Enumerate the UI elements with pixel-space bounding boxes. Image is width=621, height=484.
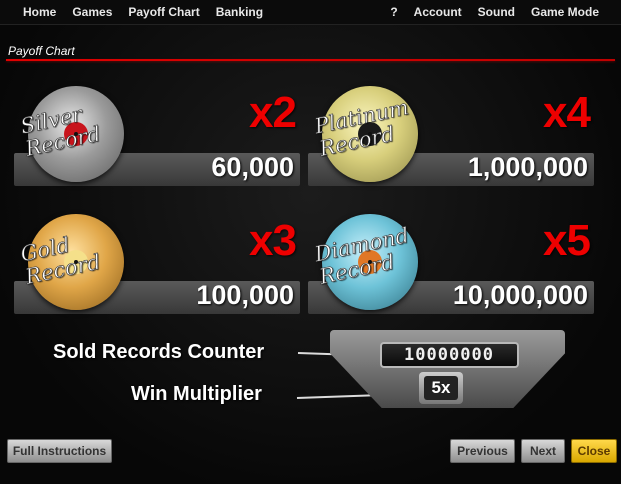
payout-amount: 10,000,000 [452, 280, 588, 310]
payout-amount: 1,000,000 [467, 152, 588, 182]
multiplier-text: x2 [249, 88, 297, 137]
win-multiplier-label: Win Multiplier [131, 383, 262, 405]
menu-game-mode[interactable]: Game Mode [531, 5, 599, 19]
previous-button[interactable]: Previous [450, 439, 515, 463]
sold-records-counter-label: Sold Records Counter [53, 341, 265, 363]
menu-right-group: ? Account Sound Game Mode [374, 5, 599, 19]
full-instructions-button[interactable]: Full Instructions [7, 439, 112, 463]
page-title: Payoff Chart [8, 44, 75, 58]
multiplier-text: x3 [249, 216, 297, 265]
payout-amount: 100,000 [196, 280, 294, 310]
menu-payoff-chart[interactable]: Payoff Chart [128, 5, 199, 19]
menu-banking[interactable]: Banking [216, 5, 263, 19]
tile-gold-record: Gold Record x3 100,000 [14, 214, 300, 324]
tile-diamond-record: Diamond Record x5 10,000,000 [308, 214, 594, 324]
menu-account[interactable]: Account [414, 5, 462, 19]
tile-platinum-record: Platinum Record x4 1,000,000 [308, 86, 594, 196]
menu-games[interactable]: Games [72, 5, 112, 19]
menu-left-group: Home Games Payoff Chart Banking [23, 5, 279, 19]
tile-silver-record: Silver Record x2 60,000 [14, 86, 300, 196]
next-button[interactable]: Next [521, 439, 565, 463]
sold-records-counter: 10000000 [404, 345, 494, 365]
top-menu-bar: Home Games Payoff Chart Banking ? Accoun… [0, 0, 621, 25]
section-divider [6, 59, 615, 61]
menu-home[interactable]: Home [23, 5, 56, 19]
multiplier-text: x4 [543, 88, 591, 137]
menu-sound[interactable]: Sound [478, 5, 515, 19]
multiplier-text: x5 [543, 216, 591, 265]
menu-help[interactable]: ? [390, 5, 397, 19]
payout-amount: 60,000 [211, 152, 294, 182]
close-button[interactable]: Close [571, 439, 617, 463]
win-multiplier-value: 5x [424, 376, 458, 400]
